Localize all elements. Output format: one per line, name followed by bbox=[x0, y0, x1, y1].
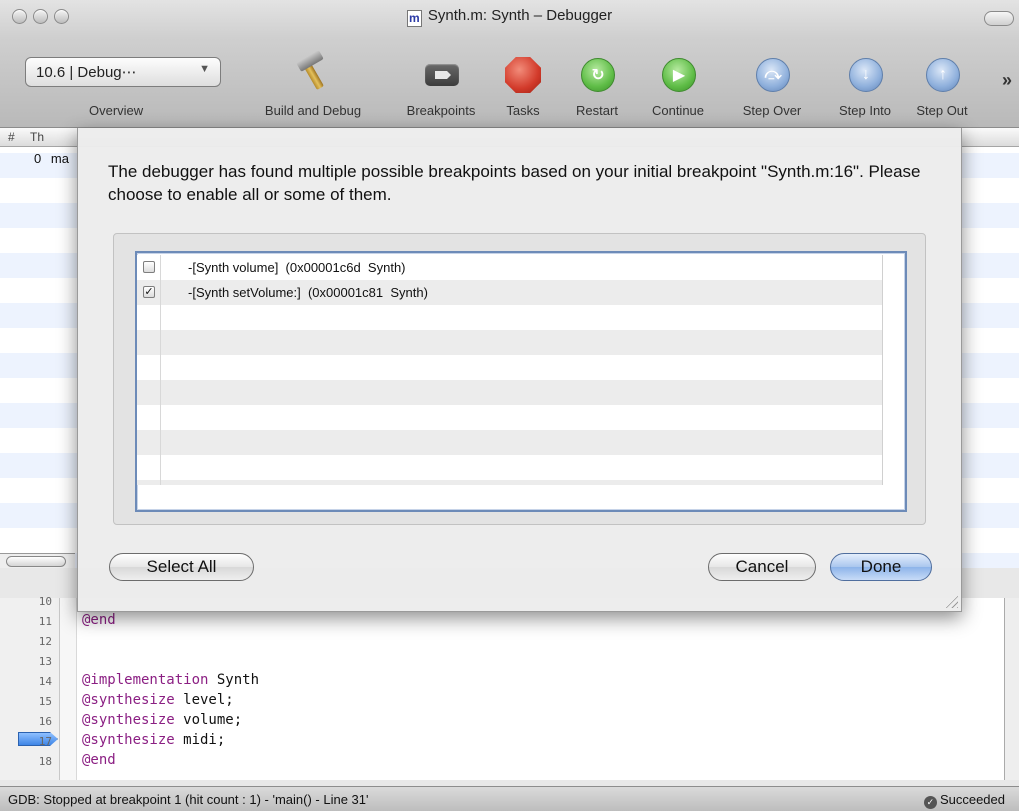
breakpoint-choice-sheet: The debugger has found multiple possible… bbox=[77, 128, 962, 612]
restart-icon: ↻ bbox=[581, 58, 615, 92]
step-into-icon: ↓ bbox=[849, 58, 883, 92]
code-editor[interactable]: 10 11 @end 12 13 14 @implementation Synth 15 @sy… bbox=[0, 595, 1019, 780]
step-out-button[interactable]: ↑ Step Out bbox=[916, 54, 968, 118]
step-into-button[interactable]: ↓ Step Into bbox=[839, 54, 891, 118]
step-over-button[interactable]: ⤼ Step Over bbox=[743, 54, 801, 118]
line-number: 11 bbox=[38, 615, 52, 628]
vertical-scrollbar[interactable] bbox=[1004, 598, 1019, 780]
breakpoint-icon bbox=[421, 54, 461, 94]
code-text: volume; bbox=[174, 712, 243, 728]
option-checkbox[interactable]: ✓ bbox=[143, 286, 155, 298]
restart-label: Restart bbox=[576, 103, 618, 118]
list-item[interactable]: ✓ -[Synth setVolume:] (0x00001c81 Synth) bbox=[137, 280, 883, 305]
code-line: @end bbox=[82, 752, 116, 768]
sheet-message: The debugger has found multiple possible… bbox=[108, 162, 921, 204]
option-label: -[Synth volume] (0x00001c6d Synth) bbox=[188, 260, 406, 275]
code-keyword: @end bbox=[82, 612, 116, 628]
code-keyword: @end bbox=[82, 752, 116, 768]
code-keyword: @implementation bbox=[82, 672, 209, 688]
line-number: 16 bbox=[38, 715, 52, 728]
line-number: 10 bbox=[38, 595, 52, 608]
resize-grip-icon[interactable] bbox=[944, 594, 958, 608]
code-text: Synth bbox=[208, 672, 260, 688]
build-status: ✓ Succeeded bbox=[923, 792, 1005, 809]
option-label: -[Synth setVolume:] (0x00001c81 Synth) bbox=[188, 285, 428, 300]
window-title-text: Synth.m: Synth – Debugger bbox=[427, 7, 613, 24]
toolbar-overflow-button[interactable]: » bbox=[1002, 70, 1012, 91]
restart-button[interactable]: ↻ Restart bbox=[576, 54, 618, 118]
continue-icon: ▶ bbox=[662, 58, 696, 92]
build-and-debug-button[interactable]: Build and Debug bbox=[265, 54, 361, 118]
code-keyword: @synthesize bbox=[82, 732, 175, 748]
line-number: 14 bbox=[38, 675, 52, 688]
list-rows: -[Synth volume] (0x00001c6d Synth) ✓ -[S… bbox=[137, 255, 883, 485]
document-icon: m bbox=[406, 10, 422, 27]
code-line: @synthesize level; bbox=[82, 692, 234, 708]
stack-row-name: ma bbox=[50, 151, 69, 166]
window-toolbar: m Synth.m: Synth – Debugger 10.6 | Debug⋯… bbox=[0, 0, 1019, 128]
code-text: level; bbox=[174, 692, 234, 708]
stack-header-hash: # bbox=[8, 130, 15, 144]
list-item[interactable]: -[Synth volume] (0x00001c6d Synth) bbox=[137, 255, 883, 280]
stack-header-thread: Th bbox=[30, 130, 45, 144]
line-number: 17 bbox=[38, 735, 52, 748]
step-into-label: Step Into bbox=[838, 103, 892, 118]
build-and-debug-label: Build and Debug bbox=[264, 103, 362, 118]
step-out-icon: ↑ bbox=[926, 58, 960, 92]
step-over-label: Step Over bbox=[742, 103, 802, 118]
code-keyword: @synthesize bbox=[82, 712, 175, 728]
scheme-popup-value: 10.6 | Debug⋯ bbox=[36, 64, 137, 81]
step-out-label: Step Out bbox=[916, 103, 968, 118]
select-all-button[interactable]: Select All bbox=[109, 553, 254, 581]
option-checkbox[interactable] bbox=[143, 261, 155, 273]
code-line: @synthesize volume; bbox=[82, 712, 242, 728]
step-over-icon: ⤼ bbox=[756, 58, 790, 92]
tasks-button[interactable]: Tasks bbox=[503, 54, 543, 118]
chevron-down-icon: ▼ bbox=[199, 63, 210, 75]
window-title: m Synth.m: Synth – Debugger bbox=[0, 7, 1019, 27]
toolbar-toggle-button[interactable] bbox=[984, 11, 1014, 26]
tasks-label: Tasks bbox=[506, 103, 540, 118]
folding-ribbon[interactable] bbox=[60, 598, 77, 780]
status-bar: GDB: Stopped at breakpoint 1 (hit count … bbox=[0, 786, 1019, 811]
line-number: 15 bbox=[38, 695, 52, 708]
scroll-thumb[interactable] bbox=[6, 556, 66, 567]
code-text: midi; bbox=[174, 732, 226, 748]
code-keyword: @synthesize bbox=[82, 692, 175, 708]
continue-label: Continue bbox=[651, 103, 705, 118]
scheme-popup[interactable]: 10.6 | Debug⋯ ▼ bbox=[25, 57, 221, 87]
line-number: 13 bbox=[38, 655, 52, 668]
line-number: 18 bbox=[38, 755, 52, 768]
stack-row-number: 0 bbox=[34, 151, 42, 166]
stop-icon bbox=[503, 54, 543, 94]
done-button[interactable]: Done bbox=[830, 553, 932, 581]
overview-label: Overview bbox=[89, 103, 144, 118]
code-line: @end bbox=[82, 612, 116, 628]
breakpoints-label: Breakpoints bbox=[406, 103, 476, 118]
code-line: @synthesize midi; bbox=[82, 732, 225, 748]
status-message: GDB: Stopped at breakpoint 1 (hit count … bbox=[8, 792, 369, 807]
continue-button[interactable]: ▶ Continue bbox=[652, 54, 704, 118]
horizontal-scrollbar[interactable] bbox=[0, 553, 75, 568]
hammer-icon bbox=[293, 54, 333, 94]
line-number: 12 bbox=[38, 635, 52, 648]
code-line: @implementation Synth bbox=[82, 672, 259, 688]
build-status-text: Succeeded bbox=[939, 792, 1005, 807]
stack-row[interactable]: 0 ma bbox=[34, 151, 69, 166]
success-icon: ✓ bbox=[923, 796, 937, 809]
breakpoints-button[interactable]: Breakpoints bbox=[407, 54, 475, 118]
breakpoint-options-list[interactable]: -[Synth volume] (0x00001c6d Synth) ✓ -[S… bbox=[135, 251, 907, 512]
cancel-button[interactable]: Cancel bbox=[708, 553, 816, 581]
